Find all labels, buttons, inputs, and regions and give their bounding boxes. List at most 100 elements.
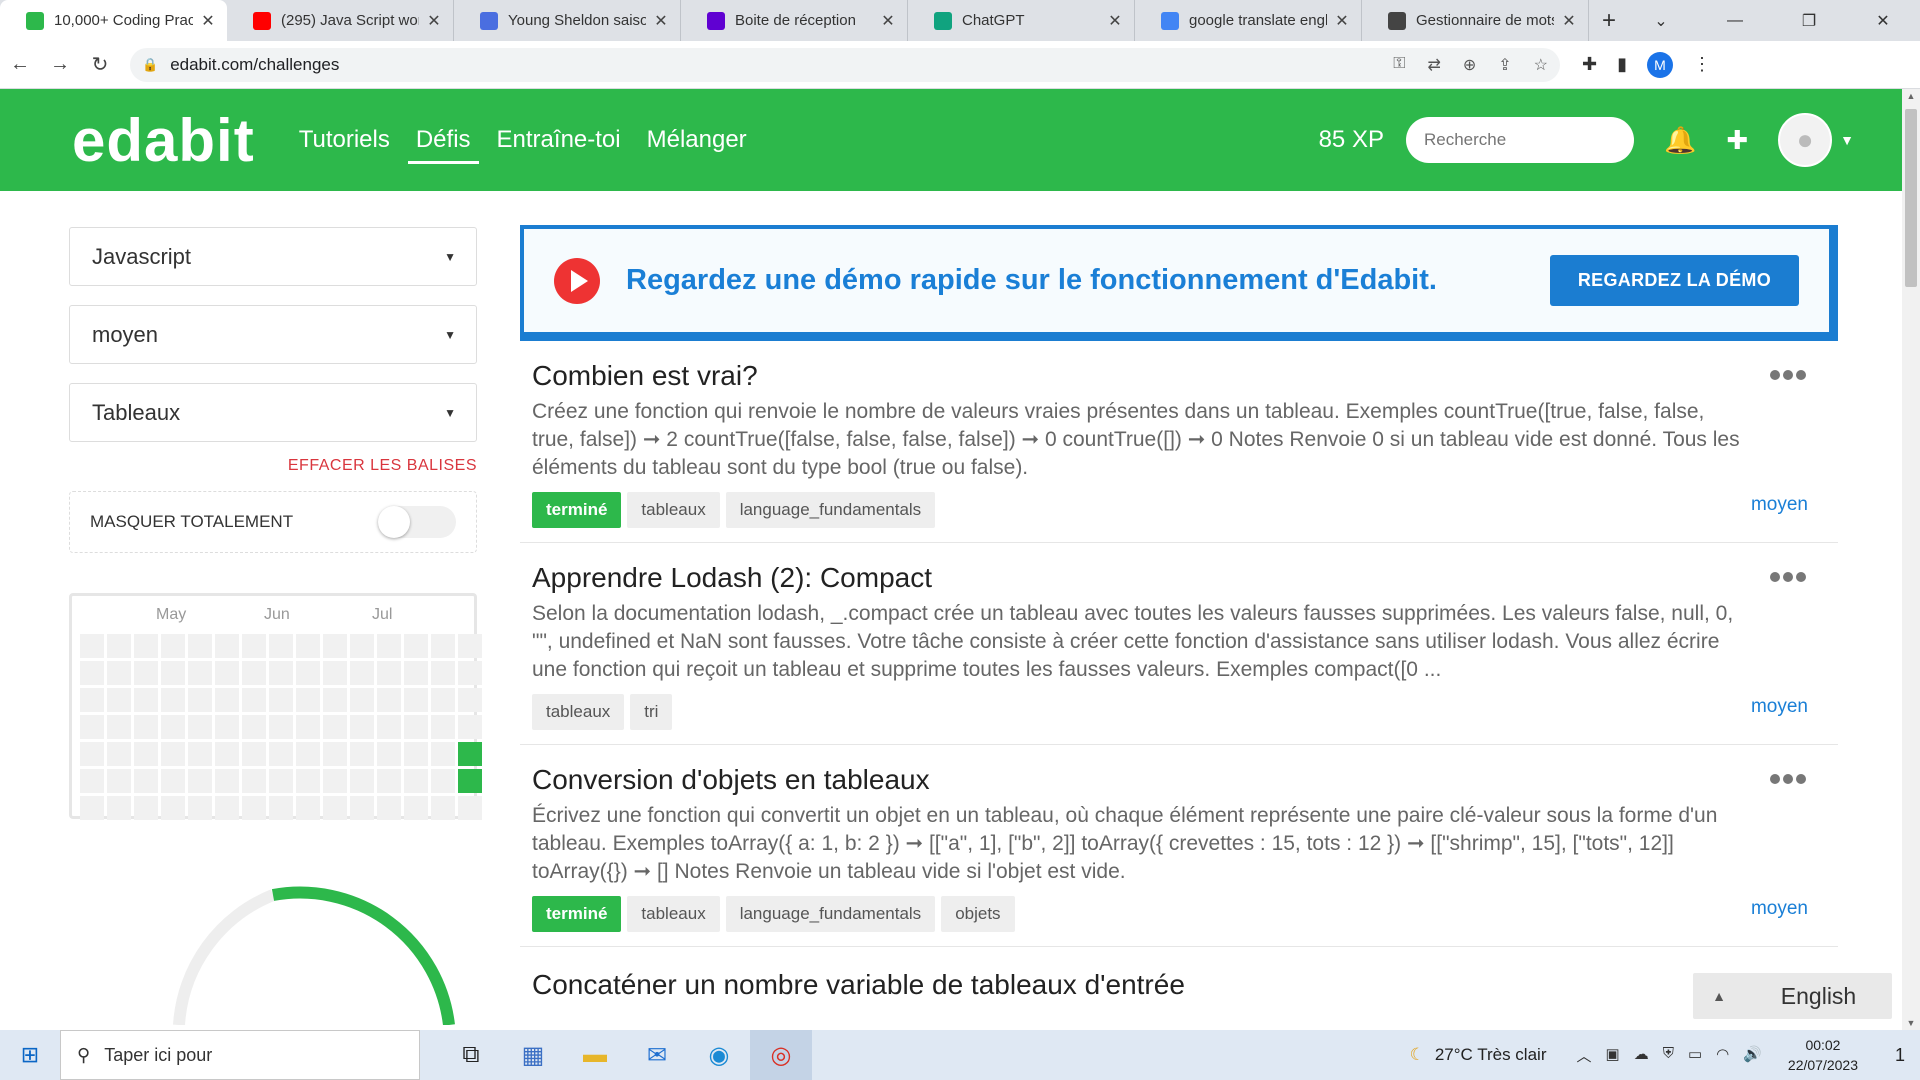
onedrive-icon[interactable]: ☁ (1634, 1045, 1649, 1066)
new-tab-button[interactable]: + (1589, 0, 1629, 41)
nav-link-3[interactable]: Mélanger (647, 118, 747, 162)
language-select[interactable]: Javascript ▼ (69, 227, 477, 286)
file-explorer-icon[interactable]: ▬ (564, 1030, 626, 1080)
difficulty-level[interactable]: moyen (1751, 696, 1808, 718)
nav-link-0[interactable]: Tutoriels (299, 118, 390, 162)
edge-icon[interactable]: ◉ (688, 1030, 750, 1080)
user-avatar[interactable]: ● (1778, 113, 1833, 167)
heatmap-cell (431, 634, 455, 658)
page-scrollbar[interactable]: ▲ ▼ (1902, 89, 1920, 1030)
plus-icon[interactable]: ✚ (1726, 125, 1748, 156)
tag-chip[interactable]: language_fundamentals (725, 492, 936, 528)
taskbar-clock[interactable]: 00:02 22/07/2023 (1788, 1035, 1858, 1075)
scrollbar-thumb[interactable] (1905, 109, 1917, 287)
nav-link-2[interactable]: Entraîne-toi (497, 118, 621, 162)
close-tab-icon[interactable]: ✕ (652, 11, 670, 31)
browser-tab[interactable]: Young Sheldon saison ✕ (454, 0, 681, 41)
extensions-icon[interactable]: ✚ (1582, 54, 1597, 75)
tag-select[interactable]: Tableaux ▼ (69, 383, 477, 442)
browser-tab[interactable]: ChatGPT ✕ (908, 0, 1135, 41)
mail-icon[interactable]: ✉ (626, 1030, 688, 1080)
profile-avatar[interactable]: M (1647, 51, 1673, 78)
hide-completed-toggle[interactable] (378, 506, 456, 538)
difficulty-level[interactable]: moyen (1751, 494, 1808, 516)
dropdown-arrow-icon: ▼ (444, 327, 456, 342)
tag-chip[interactable]: tableaux (627, 896, 720, 932)
forward-icon[interactable]: → (40, 53, 80, 76)
minimize-icon[interactable]: — (1698, 12, 1772, 30)
chrome-icon[interactable]: ◎ (750, 1030, 812, 1080)
site-search-input[interactable] (1405, 117, 1634, 163)
close-tab-icon[interactable]: ✕ (879, 11, 897, 31)
clear-tags-link[interactable]: EFFACER LES BALISES (69, 457, 477, 475)
side-panel-icon[interactable]: ▮ (1617, 54, 1627, 75)
chevron-down-icon[interactable]: ▼ (1840, 132, 1854, 148)
scroll-down-icon[interactable]: ▼ (1902, 1018, 1920, 1028)
address-bar[interactable]: 🔒 edabit.com/challenges ⚿ ⇄ ⊕ ⇪ ☆ (130, 47, 1560, 82)
chevron-up-icon[interactable]: ︿ (1576, 1045, 1591, 1066)
user-silhouette-icon: ● (1796, 124, 1814, 155)
close-tab-icon[interactable]: ✕ (425, 11, 443, 31)
battery-icon[interactable]: ▭ (1688, 1045, 1702, 1066)
gauge-arc (271, 886, 455, 1026)
browser-tab[interactable]: (295) Java Script work ✕ (227, 0, 454, 41)
reload-icon[interactable]: ↻ (80, 52, 120, 77)
tag-chip[interactable]: tableaux (532, 694, 625, 730)
bookmark-star-icon[interactable]: ☆ (1534, 55, 1548, 75)
caret-up-icon[interactable]: ▲ (1693, 988, 1745, 1004)
back-icon[interactable]: ← (0, 53, 40, 76)
xp-counter[interactable]: 85 XP (1319, 126, 1384, 154)
language-widget[interactable]: ▲ English (1693, 973, 1892, 1019)
tag-chip[interactable]: tri (630, 694, 673, 730)
edabit-logo[interactable]: edabit (72, 106, 255, 175)
menu-kebab-icon[interactable]: ⋮ (1693, 54, 1711, 75)
translate-icon[interactable]: ⇄ (1427, 55, 1440, 75)
browser-tab[interactable]: Boite de réception ✕ (681, 0, 908, 41)
challenge-title[interactable]: Apprendre Lodash (2): Compact (532, 562, 1826, 594)
security-icon[interactable]: ⛨ (1663, 1045, 1674, 1066)
share-icon[interactable]: ⇪ (1498, 55, 1511, 75)
close-tab-icon[interactable]: ✕ (1333, 11, 1351, 31)
more-options-icon[interactable] (1767, 367, 1806, 385)
tag-chip[interactable]: objets (941, 896, 1015, 932)
task-view-icon[interactable]: ⧉ (440, 1030, 502, 1080)
scroll-up-icon[interactable]: ▲ (1902, 91, 1920, 101)
heatmap-cell (242, 742, 266, 766)
meet-icon[interactable]: ▣ (1606, 1045, 1620, 1066)
volume-icon[interactable]: 🔊 (1743, 1045, 1762, 1066)
restore-icon[interactable]: ❐ (1772, 11, 1846, 31)
more-options-icon[interactable] (1767, 771, 1806, 789)
notification-icon[interactable]: 1 (1880, 1045, 1920, 1066)
play-icon[interactable] (554, 257, 600, 304)
taskbar-search[interactable]: ⚲ Taper ici pour (60, 1030, 420, 1080)
close-tab-icon[interactable]: ✕ (1106, 11, 1124, 31)
zoom-icon[interactable]: ⊕ (1463, 55, 1476, 75)
challenge-title[interactable]: Combien est vrai? (532, 360, 1826, 392)
password-key-icon[interactable]: ⚿ (1393, 55, 1405, 75)
tab-search-icon[interactable]: ⌄ (1624, 11, 1698, 31)
close-tab-icon[interactable]: ✕ (1560, 11, 1578, 31)
close-window-icon[interactable]: ✕ (1846, 11, 1920, 31)
browser-tab[interactable]: google translate engl ✕ (1135, 0, 1362, 41)
heatmap-cell (296, 715, 320, 739)
difficulty-level[interactable]: moyen (1751, 898, 1808, 920)
tag-chip[interactable]: tableaux (627, 492, 720, 528)
browser-tab[interactable]: Gestionnaire de mots ✕ (1362, 0, 1589, 41)
wifi-icon[interactable]: ◠ (1716, 1045, 1729, 1066)
challenge-title-partial[interactable]: Concaténer un nombre variable de tableau… (520, 947, 1838, 1023)
lock-icon[interactable]: 🔒 (142, 57, 158, 73)
nav-link-1[interactable]: Défis (407, 118, 479, 164)
moon-icon: ☾ (1409, 1045, 1425, 1064)
difficulty-select[interactable]: moyen ▼ (69, 305, 477, 364)
store-icon[interactable]: ▦ (502, 1030, 564, 1080)
more-options-icon[interactable] (1767, 569, 1806, 587)
heatmap-cell (107, 661, 131, 685)
weather-widget[interactable]: ☾ 27°C Très clair (1410, 1045, 1547, 1065)
browser-tab[interactable]: 10,000+ Coding Practice ✕ (0, 0, 227, 41)
close-tab-icon[interactable]: ✕ (199, 11, 217, 31)
windows-start-icon[interactable]: ⊞ (0, 1042, 60, 1068)
tag-chip[interactable]: language_fundamentals (725, 896, 936, 932)
bell-icon[interactable]: 🔔 (1664, 125, 1696, 156)
watch-demo-button[interactable]: REGARDEZ LA DÉMO (1549, 255, 1799, 306)
challenge-title[interactable]: Conversion d'objets en tableaux (532, 764, 1826, 796)
